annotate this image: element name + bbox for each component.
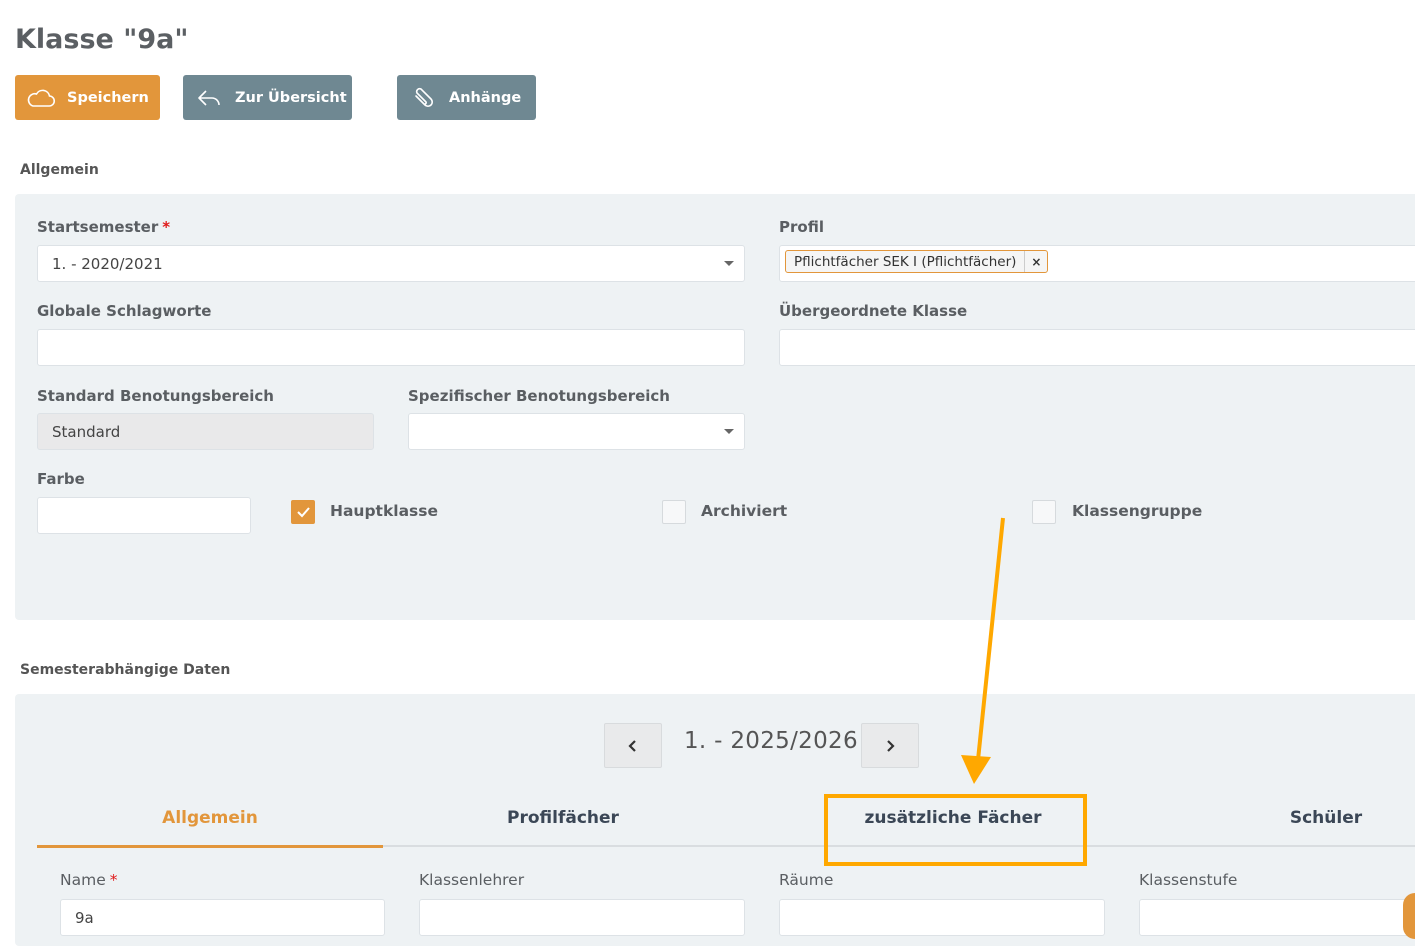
annotation-overlay bbox=[824, 517, 1087, 866]
annotation-arrow-head bbox=[961, 755, 991, 784]
annotation-arrow-line bbox=[976, 517, 1005, 761]
annotation-highlight-box bbox=[824, 794, 1087, 866]
